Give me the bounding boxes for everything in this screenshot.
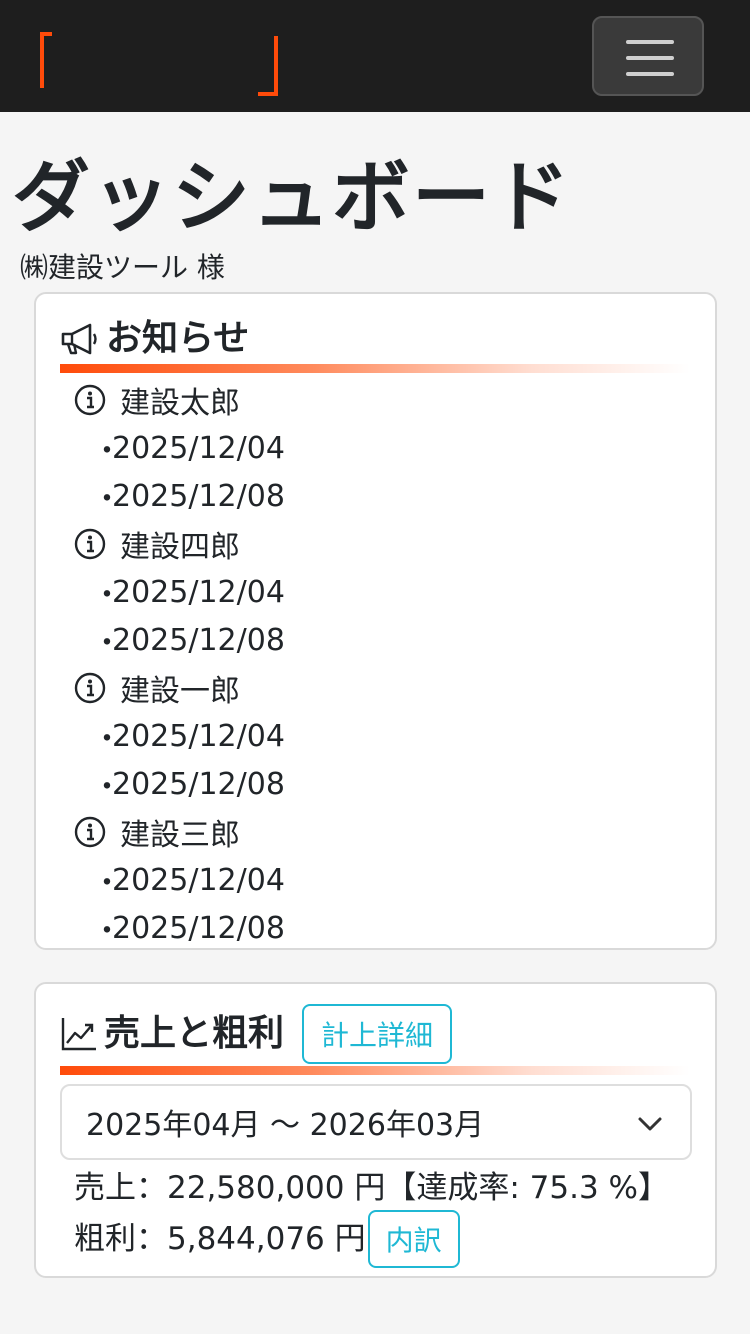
sales-title-underline (60, 1066, 690, 1075)
info-circle-icon (74, 384, 106, 416)
news-date-text: 2025/12/04 (112, 862, 285, 898)
news-date: ・ 2025/12/08 (74, 616, 674, 664)
bullet: ・ (92, 914, 122, 949)
bullet: ・ (92, 434, 122, 469)
news-date: ・ 2025/12/04 (74, 568, 674, 616)
news-date: ・ 2025/12/08 (74, 904, 674, 949)
hamburger-icon-bar (626, 72, 674, 76)
hamburger-icon-bar (626, 56, 674, 60)
sales-detail-button[interactable]: 計上詳細 (302, 1004, 453, 1064)
period-select[interactable]: 2025年04月 ～ 2026年03月 (60, 1084, 692, 1160)
news-card: お知らせ 建設太郎 ・ 2025/12/04 ・ 2025/12/08 建設四郎 ・… (34, 292, 717, 950)
news-card-header: お知らせ (60, 314, 249, 364)
news-date-text: 2025/12/04 (112, 430, 285, 466)
period-select-value: 2025年04月 ～ 2026年03月 (86, 1108, 485, 1143)
hamburger-icon (626, 40, 674, 44)
list-item[interactable]: 建設三郎 (74, 808, 674, 856)
bullet: ・ (92, 578, 122, 613)
news-date: ・ 2025/12/04 (74, 424, 674, 472)
profit-summary-row: 粗利：5,844,076 円 内訳 (74, 1210, 460, 1268)
news-item-name: 建設太郎 (120, 386, 240, 421)
list-item[interactable]: 建設太郎 (74, 376, 674, 424)
news-date-text: 2025/12/08 (112, 622, 285, 658)
news-date-text: 2025/12/04 (112, 718, 285, 754)
news-date-text: 2025/12/08 (112, 766, 285, 802)
news-date-text: 2025/12/08 (112, 478, 285, 514)
bullet: ・ (92, 722, 122, 757)
news-title-underline (60, 364, 690, 373)
bullet: ・ (92, 482, 122, 517)
sales-summary: 売上：22,580,000 円【達成率: 75.3 %】 (74, 1170, 669, 1206)
bullet: ・ (92, 770, 122, 805)
bullet: ・ (92, 626, 122, 661)
bullet: ・ (92, 866, 122, 901)
list-item[interactable]: 建設四郎 (74, 520, 674, 568)
news-date-text: 2025/12/04 (112, 574, 285, 610)
info-circle-icon (74, 528, 106, 560)
sales-card: 売上と粗利 計上詳細 2025年04月 ～ 2026年03月 売上：22,580… (34, 982, 717, 1278)
news-list: 建設太郎 ・ 2025/12/04 ・ 2025/12/08 建設四郎 ・ 2025/… (74, 376, 674, 949)
chart-line-icon (61, 1018, 96, 1051)
brand-logo[interactable] (38, 30, 282, 96)
news-date-text: 2025/12/08 (112, 910, 285, 946)
news-date: ・ 2025/12/04 (74, 712, 674, 760)
bracket-logo (40, 32, 278, 96)
news-item-name: 建設三郎 (120, 818, 240, 853)
info-circle-icon (74, 816, 106, 848)
menu-toggle-button[interactable] (592, 16, 704, 96)
profit-summary: 粗利：5,844,076 円 (74, 1221, 366, 1257)
breakdown-button[interactable]: 内訳 (367, 1210, 460, 1268)
sales-card-header: 売上と粗利 計上詳細 (60, 1004, 453, 1064)
news-date: ・ 2025/12/08 (74, 472, 674, 520)
list-item[interactable]: 建設一郎 (74, 664, 674, 712)
news-date: ・ 2025/12/08 (74, 760, 674, 808)
page-title: ダッシュボード (12, 153, 573, 243)
info-circle-icon (74, 672, 106, 704)
megaphone-icon (61, 323, 97, 355)
news-item-name: 建設一郎 (120, 674, 240, 709)
customer-name: ㈱建設ツール 様 (20, 251, 225, 284)
news-date: ・ 2025/12/04 (74, 856, 674, 904)
news-title: お知らせ (106, 318, 250, 359)
navbar (0, 0, 750, 112)
sales-title: 売上と粗利 (104, 1013, 285, 1054)
news-item-name: 建設四郎 (120, 530, 240, 565)
chevron-down-icon (638, 1117, 662, 1131)
